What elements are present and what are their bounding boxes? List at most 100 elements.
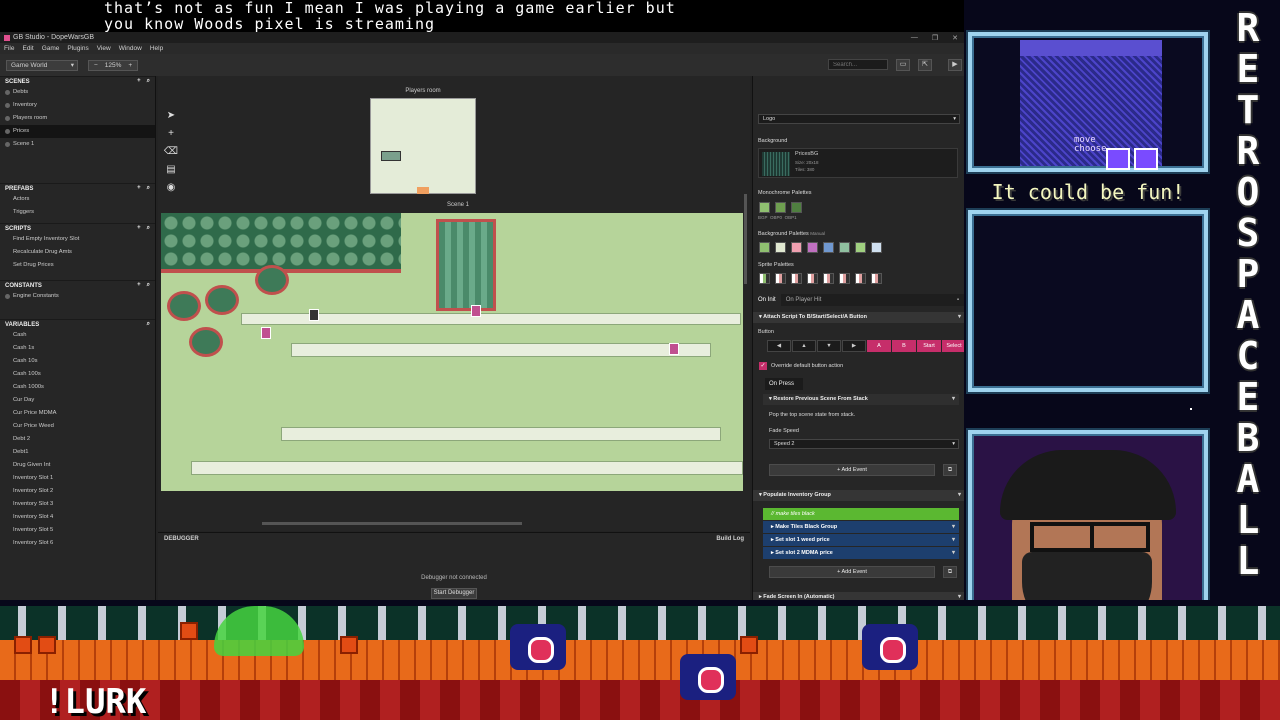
variable-item[interactable]: Cur Price Weed: [0, 420, 155, 433]
variable-item[interactable]: Cash: [0, 329, 155, 342]
sprite-palette-swatch[interactable]: [839, 273, 850, 284]
variable-item[interactable]: Inventory Slot 5: [0, 524, 155, 537]
chevron-down-icon[interactable]: ▾: [958, 312, 961, 323]
search-icon[interactable]: ⌕: [147, 321, 150, 328]
copy-icon[interactable]: ⧉: [943, 566, 957, 578]
event-populate-inventory[interactable]: ▾ Populate Inventory Group ▾: [753, 490, 964, 501]
actor-sprite[interactable]: [261, 327, 271, 339]
fade-speed-select[interactable]: Speed 2: [769, 439, 959, 449]
button-right[interactable]: ▶: [842, 340, 866, 352]
variable-item[interactable]: Cur Day: [0, 394, 155, 407]
vertical-scrollbar[interactable]: [744, 194, 747, 284]
script-item[interactable]: Find Empty Inventory Slot: [0, 233, 155, 246]
menu-view[interactable]: View: [97, 45, 111, 52]
tab-on-init[interactable]: On Init: [753, 294, 781, 306]
background-picker[interactable]: PricesBG Size: 20x18 Tiles: 380: [758, 148, 958, 178]
sprite-palette-swatch[interactable]: [775, 273, 786, 284]
close-button[interactable]: ✕: [952, 34, 958, 42]
menu-edit[interactable]: Edit: [22, 45, 33, 52]
section-scenes[interactable]: SCENES + ⌕: [0, 76, 155, 86]
variable-item[interactable]: Inventory Slot 6: [0, 537, 155, 550]
background-palette-swatch[interactable]: [855, 242, 866, 253]
menu-window[interactable]: Window: [119, 45, 142, 52]
horizontal-scrollbar[interactable]: [262, 522, 522, 525]
variable-item[interactable]: Debt1: [0, 446, 155, 459]
add-icon[interactable]: +: [137, 185, 141, 192]
sprite-palette-swatch[interactable]: [759, 273, 770, 284]
background-palette-swatch[interactable]: [791, 242, 802, 253]
actor-sprite[interactable]: [309, 309, 319, 321]
variable-item[interactable]: Cash 100s: [0, 368, 155, 381]
add-event-button[interactable]: + Add Event: [769, 566, 935, 578]
event-restore-scene[interactable]: ▾ Restore Previous Scene From Stack ▾: [763, 394, 959, 405]
paint-tool-icon[interactable]: ◉: [167, 182, 176, 193]
zoom-in-button[interactable]: +: [128, 62, 132, 69]
variable-item[interactable]: Inventory Slot 2: [0, 485, 155, 498]
button-down[interactable]: ▼: [817, 340, 841, 352]
add-icon[interactable]: +: [137, 78, 141, 85]
scene-item[interactable]: Players room: [0, 112, 155, 125]
sprite-palette-swatch[interactable]: [807, 273, 818, 284]
play-icon[interactable]: ▶: [948, 59, 962, 71]
button-b[interactable]: B: [892, 340, 916, 352]
prefab-item[interactable]: Triggers: [0, 206, 155, 219]
sprite-palette-swatch[interactable]: [871, 273, 882, 284]
actor-sprite[interactable]: [669, 343, 679, 355]
search-icon[interactable]: ⌕: [147, 78, 150, 85]
sub-event[interactable]: ▸ Set slot 1 weed price ▾: [763, 534, 959, 546]
background-palette-swatch[interactable]: [823, 242, 834, 253]
start-debugger-button[interactable]: Start Debugger: [431, 588, 477, 599]
view-select[interactable]: Game World: [6, 59, 78, 71]
button-start[interactable]: Start: [917, 340, 941, 352]
event-fade-in[interactable]: ▸ Fade Screen In (Automatic) ▾: [753, 592, 964, 600]
scene-item-selected[interactable]: Prices: [0, 125, 155, 138]
constant-item[interactable]: Engine Constants: [0, 290, 155, 303]
maximize-button[interactable]: ❐: [932, 34, 938, 42]
menu-file[interactable]: File: [4, 45, 14, 52]
menu-plugins[interactable]: Plugins: [67, 45, 88, 52]
debugger-header[interactable]: DEBUGGER Build Log: [158, 533, 750, 544]
variable-item[interactable]: Inventory Slot 4: [0, 511, 155, 524]
copy-icon[interactable]: ⧉: [943, 464, 957, 476]
scene-item[interactable]: Inventory: [0, 99, 155, 112]
section-variables[interactable]: VARIABLES ⌕: [0, 319, 155, 329]
scene-item[interactable]: Debts: [0, 86, 155, 99]
variable-item[interactable]: Debt 2: [0, 433, 155, 446]
script-item[interactable]: Recalculate Drug Amts: [0, 246, 155, 259]
select-tool-icon[interactable]: ➤: [167, 110, 175, 121]
add-event-button[interactable]: + Add Event: [769, 464, 935, 476]
actor-sprite[interactable]: [471, 305, 481, 317]
sub-event[interactable]: ▸ Set slot 2 MDMA price ▾: [763, 547, 959, 559]
prefab-item[interactable]: Actors: [0, 193, 155, 206]
scene-players-room[interactable]: [370, 98, 476, 194]
sprite-palette-swatch[interactable]: [823, 273, 834, 284]
add-tool-icon[interactable]: +: [168, 128, 174, 139]
add-icon[interactable]: +: [137, 225, 141, 232]
variable-item[interactable]: Cash 1000s: [0, 381, 155, 394]
menu-game[interactable]: Game: [42, 45, 60, 52]
sub-event[interactable]: ▸ Make Tiles Black Group ▾: [763, 521, 959, 533]
world-canvas[interactable]: Players room Scene 1: [158, 76, 750, 531]
variable-item[interactable]: Inventory Slot 3: [0, 498, 155, 511]
variable-item[interactable]: Cash 10s: [0, 355, 155, 368]
tab-on-player-hit[interactable]: On Player Hit: [781, 294, 827, 306]
palette-swatch-obp1[interactable]: [791, 202, 802, 213]
search-icon[interactable]: ⌕: [147, 282, 150, 289]
scene-item[interactable]: Scene 1: [0, 138, 155, 151]
section-prefabs[interactable]: PREFABS + ⌕: [0, 183, 155, 193]
menu-help[interactable]: Help: [150, 45, 163, 52]
button-up[interactable]: ▲: [792, 340, 816, 352]
chevron-down-icon[interactable]: ▾: [952, 521, 955, 533]
chevron-down-icon[interactable]: ▾: [952, 534, 955, 546]
variable-item[interactable]: Cash 1s: [0, 342, 155, 355]
build-log-tab[interactable]: Build Log: [716, 536, 744, 542]
variable-item[interactable]: Inventory Slot 1: [0, 472, 155, 485]
background-palette-swatch[interactable]: [759, 242, 770, 253]
event-attach-script[interactable]: ▾ Attach Script To B/Start/Select/A Butt…: [753, 312, 964, 323]
variable-item[interactable]: Drug Given Int: [0, 459, 155, 472]
override-checkbox[interactable]: ✓: [759, 362, 767, 370]
palette-swatch-obp0[interactable]: [775, 202, 786, 213]
layer-select[interactable]: Logo: [758, 114, 960, 124]
collision-tool-icon[interactable]: ▤: [166, 164, 175, 175]
search-icon[interactable]: ⌕: [147, 185, 150, 192]
